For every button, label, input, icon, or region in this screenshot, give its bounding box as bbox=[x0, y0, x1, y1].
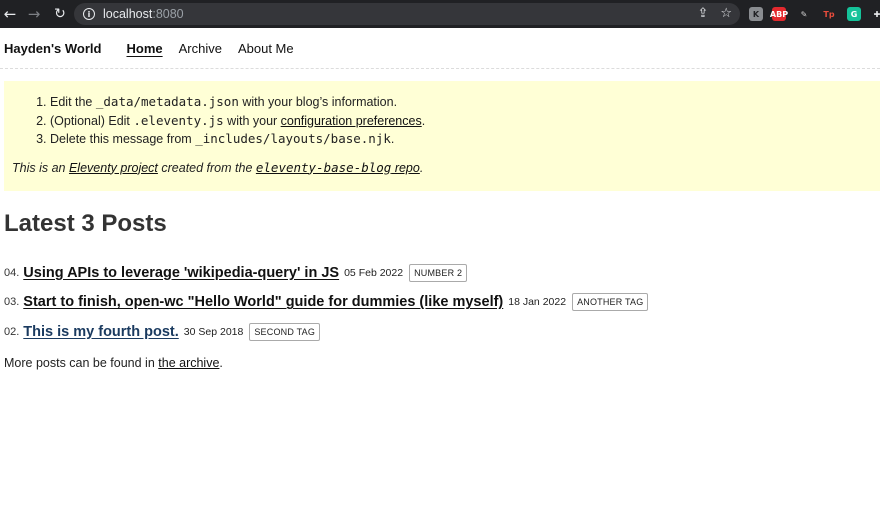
note-text: . bbox=[419, 160, 424, 175]
post-title-link[interactable]: Start to finish, open-wc "Hello World" g… bbox=[23, 294, 503, 310]
setup-step-3: Delete this message from _includes/layou… bbox=[50, 130, 872, 149]
post-title-link[interactable]: This is my fourth post. bbox=[23, 324, 178, 340]
eleventy-note: This is an Eleventy project created from… bbox=[12, 160, 872, 175]
back-arrow-icon[interactable]: ← bbox=[0, 4, 20, 24]
nav-link-about-me[interactable]: About Me bbox=[238, 41, 294, 56]
post-tag[interactable]: NUMBER 2 bbox=[409, 263, 468, 282]
post-date: 30 Sep 2018 bbox=[183, 325, 244, 338]
address-bar-actions: ⇪ ☆ bbox=[697, 6, 732, 21]
post-item: 03. Start to finish, open-wc "Hello World… bbox=[4, 288, 864, 318]
reload-icon[interactable]: ↻ bbox=[50, 4, 70, 24]
repo-link-text: repo bbox=[391, 160, 420, 175]
more-text: More posts can be found in bbox=[4, 356, 159, 370]
post-title-link[interactable]: Using APIs to leverage 'wikipedia-query'… bbox=[23, 265, 339, 281]
pen-extension-icon[interactable]: ✎ bbox=[797, 7, 811, 21]
post-item: 04. Using APIs to leverage 'wikipedia-que… bbox=[4, 258, 864, 288]
url-host: localhost bbox=[103, 7, 153, 21]
tp-extension-icon[interactable]: Tp bbox=[822, 7, 836, 21]
post-item: 02. This is my fourth post. 30 Sep 2018 SEC… bbox=[4, 317, 864, 347]
setup-step-1: Edit the _data/metadata.json with your b… bbox=[50, 93, 872, 112]
eleventy-base-blog-repo-link[interactable]: eleventy-base-blog repo bbox=[255, 159, 420, 175]
archive-link[interactable]: the archive bbox=[158, 356, 219, 370]
note-text: This is an bbox=[12, 160, 69, 175]
post-tag[interactable]: SECOND TAG bbox=[249, 322, 321, 341]
page-title: Latest 3 Posts bbox=[4, 210, 167, 237]
site-title-link[interactable]: Hayden's World bbox=[4, 41, 101, 56]
url-port: :8080 bbox=[152, 7, 184, 21]
site-header: Hayden's World Home Archive About Me bbox=[0, 28, 880, 69]
post-list: 04. Using APIs to leverage 'wikipedia-que… bbox=[4, 258, 864, 347]
browser-toolbar: ← → ↻ i localhost:8080 ⇪ ☆ K ABP ✎ Tp G ✚ bbox=[0, 0, 880, 28]
eleventy-project-link[interactable]: Eleventy project bbox=[69, 161, 158, 175]
post-number: 04. bbox=[4, 266, 20, 279]
step-text: with your bbox=[223, 113, 281, 128]
step-text: Edit the bbox=[50, 95, 96, 109]
step-text: Delete this message from bbox=[50, 132, 196, 146]
configuration-preferences-link[interactable]: configuration preferences bbox=[281, 114, 422, 128]
eleventy-config-code: .eleventy.js bbox=[133, 112, 224, 128]
setup-warning: Edit the _data/metadata.json with your b… bbox=[4, 81, 880, 191]
post-date: 05 Feb 2022 bbox=[344, 266, 404, 279]
share-icon[interactable]: ⇪ bbox=[697, 6, 708, 21]
puzzle-icon[interactable]: ✚ bbox=[870, 7, 880, 21]
setup-step-2: (Optional) Edit .eleventy.js with your c… bbox=[50, 112, 872, 131]
base-layout-code: _includes/layouts/base.njk bbox=[195, 131, 391, 146]
more-text: . bbox=[219, 356, 223, 370]
setup-steps: Edit the _data/metadata.json with your b… bbox=[50, 93, 872, 149]
main-nav: Home Archive About Me bbox=[126, 41, 293, 56]
k-extension-icon[interactable]: K bbox=[749, 7, 763, 21]
step-text: (Optional) Edit bbox=[50, 113, 134, 128]
repo-name-code: eleventy-base-blog bbox=[255, 159, 392, 175]
post-number: 02. bbox=[4, 325, 20, 338]
adblock-icon[interactable]: ABP bbox=[770, 7, 788, 21]
site-info-icon[interactable]: i bbox=[83, 8, 95, 20]
step-text: with your blog’s information. bbox=[238, 95, 398, 109]
address-bar[interactable]: i localhost:8080 ⇪ ☆ bbox=[74, 3, 740, 25]
nav-link-archive[interactable]: Archive bbox=[179, 41, 222, 56]
step-text: . bbox=[421, 113, 426, 128]
url-text[interactable]: localhost:8080 bbox=[103, 7, 184, 21]
nav-link-home[interactable]: Home bbox=[126, 41, 162, 56]
grammarly-icon[interactable]: G bbox=[847, 7, 861, 21]
note-text: created from the bbox=[157, 160, 256, 175]
step-text: . bbox=[390, 132, 395, 146]
post-tag[interactable]: ANOTHER TAG bbox=[572, 293, 649, 312]
post-number: 03. bbox=[4, 296, 20, 309]
more-posts-text: More posts can be found in the archive. bbox=[4, 356, 223, 370]
forward-arrow-icon[interactable]: → bbox=[24, 4, 44, 24]
metadata-path-code: _data/metadata.json bbox=[95, 94, 239, 109]
bookmark-star-icon[interactable]: ☆ bbox=[720, 6, 732, 21]
post-date: 18 Jan 2022 bbox=[508, 296, 567, 309]
